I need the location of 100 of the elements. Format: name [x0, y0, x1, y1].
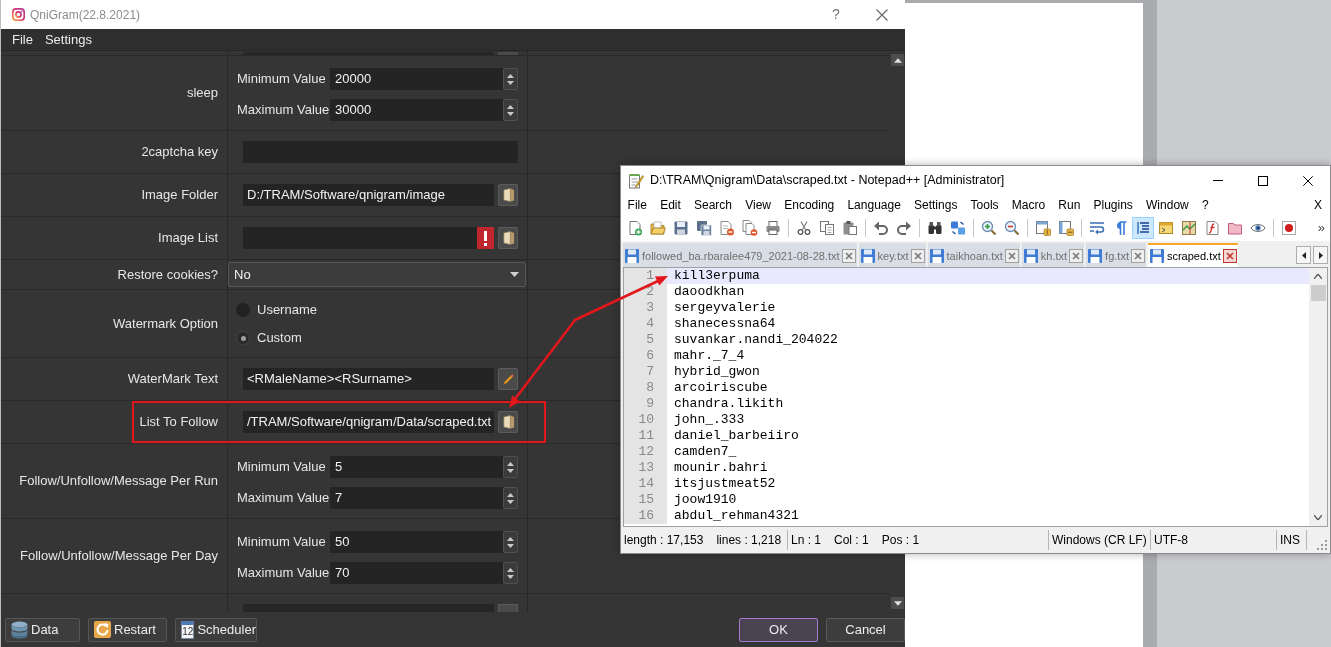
scrollbar-thumb[interactable]: [1310, 285, 1326, 301]
scissors-icon[interactable]: [795, 220, 812, 236]
input-field[interactable]: /TRAM/Software/qnigram/Data/scraped.txt: [243, 411, 494, 433]
scroll-down-button[interactable]: [891, 597, 904, 609]
tab[interactable]: followed_ba.rbaralee479_2021-08-28.txt: [623, 243, 857, 267]
indent-guide-icon[interactable]: [1131, 217, 1154, 239]
record-icon[interactable]: [1280, 220, 1297, 236]
menu-item[interactable]: Search: [687, 196, 739, 214]
down-arrow-icon[interactable]: [507, 543, 514, 548]
undo-icon[interactable]: [872, 220, 889, 236]
folder-icon[interactable]: [1226, 220, 1243, 236]
new-file-icon[interactable]: [626, 220, 643, 236]
radio-label[interactable]: Username: [257, 300, 317, 320]
tab[interactable]: key.txt: [858, 243, 926, 267]
input-field[interactable]: <RMaleName><RSurname>: [243, 368, 494, 390]
spinner-control[interactable]: [503, 456, 518, 478]
input-field[interactable]: [243, 227, 494, 249]
close-file-icon[interactable]: [718, 220, 735, 236]
map-icon[interactable]: [1180, 220, 1197, 236]
spinner-control[interactable]: [503, 99, 518, 121]
browse-button[interactable]: [498, 184, 518, 206]
replace-icon[interactable]: [949, 220, 966, 236]
tab[interactable]: kh.txt: [1021, 243, 1085, 267]
zoom-out-icon[interactable]: [1003, 220, 1020, 236]
binoculars-icon[interactable]: [926, 220, 943, 236]
up-arrow-icon[interactable]: [507, 73, 514, 78]
down-arrow-icon[interactable]: [507, 80, 514, 85]
menu-item[interactable]: Run: [1051, 196, 1087, 214]
tab-scroll-right-button[interactable]: [1313, 246, 1328, 264]
open-folder-icon[interactable]: [649, 220, 666, 236]
toolbar-overflow-button[interactable]: »: [1317, 221, 1330, 235]
zoom-in-icon[interactable]: [980, 220, 997, 236]
down-arrow-icon[interactable]: [507, 111, 514, 116]
up-arrow-icon[interactable]: [507, 492, 514, 497]
ok-button[interactable]: OK: [739, 617, 818, 642]
number-field[interactable]: 30000: [330, 99, 503, 121]
spinner-control[interactable]: [503, 487, 518, 509]
number-field[interactable]: 70: [330, 562, 503, 584]
cancel-button[interactable]: Cancel: [826, 617, 905, 642]
menu-item[interactable]: Macro: [1005, 196, 1052, 214]
close-icon[interactable]: [1130, 249, 1145, 263]
up-arrow-icon[interactable]: [507, 461, 514, 466]
close-icon[interactable]: [910, 249, 925, 263]
radio-label[interactable]: Custom: [257, 328, 302, 348]
number-field[interactable]: 5: [330, 456, 503, 478]
dropdown[interactable]: No: [228, 262, 526, 287]
spinner-control[interactable]: [503, 68, 518, 90]
tab[interactable]: scraped.txt: [1147, 243, 1238, 267]
tab[interactable]: fg.txt: [1086, 243, 1146, 267]
help-button[interactable]: ?: [813, 0, 859, 29]
browse-button[interactable]: [498, 411, 518, 433]
radio-button[interactable]: [236, 331, 250, 345]
menu-item[interactable]: View: [738, 196, 778, 214]
close-icon[interactable]: [1222, 249, 1237, 263]
scroll-up-button[interactable]: [891, 54, 904, 66]
window-icon[interactable]: [1157, 220, 1174, 236]
menu-item[interactable]: Language: [840, 196, 908, 214]
word-wrap-icon[interactable]: [1088, 220, 1105, 236]
edit-button[interactable]: [498, 368, 518, 390]
menu-item[interactable]: File: [6, 29, 39, 50]
spinner-control[interactable]: [503, 562, 518, 584]
close-all-icon[interactable]: [741, 220, 758, 236]
sync-scroll-vertical-icon[interactable]: [1034, 220, 1051, 236]
menu-item[interactable]: Settings: [38, 29, 98, 50]
menu-item[interactable]: Tools: [963, 196, 1006, 214]
close-icon[interactable]: [841, 249, 856, 263]
close-document-button[interactable]: X: [1308, 196, 1328, 214]
down-arrow-icon[interactable]: [507, 499, 514, 504]
menu-item[interactable]: Edit: [653, 196, 688, 214]
menu-item[interactable]: Settings: [907, 196, 964, 214]
input-field[interactable]: D:/TRAM/Software/qnigram/image: [243, 184, 494, 206]
number-field[interactable]: 20000: [330, 68, 503, 90]
clipboard-icon[interactable]: [841, 220, 858, 236]
redo-icon[interactable]: [895, 220, 912, 236]
scrollbar[interactable]: [1309, 268, 1327, 526]
restart-button[interactable]: Restart: [88, 617, 167, 642]
up-arrow-icon[interactable]: [507, 104, 514, 109]
number-field[interactable]: 7: [330, 487, 503, 509]
data-button[interactable]: Data: [5, 617, 80, 642]
print-icon[interactable]: [764, 220, 781, 236]
function-list-icon[interactable]: [1203, 220, 1220, 236]
menu-item[interactable]: ?: [1195, 196, 1216, 214]
save-icon[interactable]: [672, 220, 689, 236]
copy-icon[interactable]: [818, 220, 835, 236]
browse-button[interactable]: [498, 227, 518, 249]
close-icon[interactable]: [1004, 249, 1019, 263]
spinner-control[interactable]: [503, 531, 518, 553]
sync-scroll-horizontal-icon[interactable]: [1057, 220, 1074, 236]
menu-item[interactable]: Plugins: [1086, 196, 1140, 214]
tab[interactable]: taikhoan.txt: [927, 243, 1020, 267]
number-field[interactable]: 50: [330, 531, 503, 553]
scheduler-button[interactable]: 12 Scheduler: [175, 617, 257, 642]
menu-item[interactable]: Encoding: [777, 196, 841, 214]
menu-item[interactable]: File: [621, 196, 654, 214]
save-all-icon[interactable]: [695, 220, 712, 236]
menu-item[interactable]: Window: [1139, 196, 1196, 214]
up-arrow-icon[interactable]: [507, 536, 514, 541]
down-arrow-icon[interactable]: [507, 468, 514, 473]
close-icon[interactable]: [1069, 249, 1084, 263]
down-arrow-icon[interactable]: [507, 574, 514, 579]
